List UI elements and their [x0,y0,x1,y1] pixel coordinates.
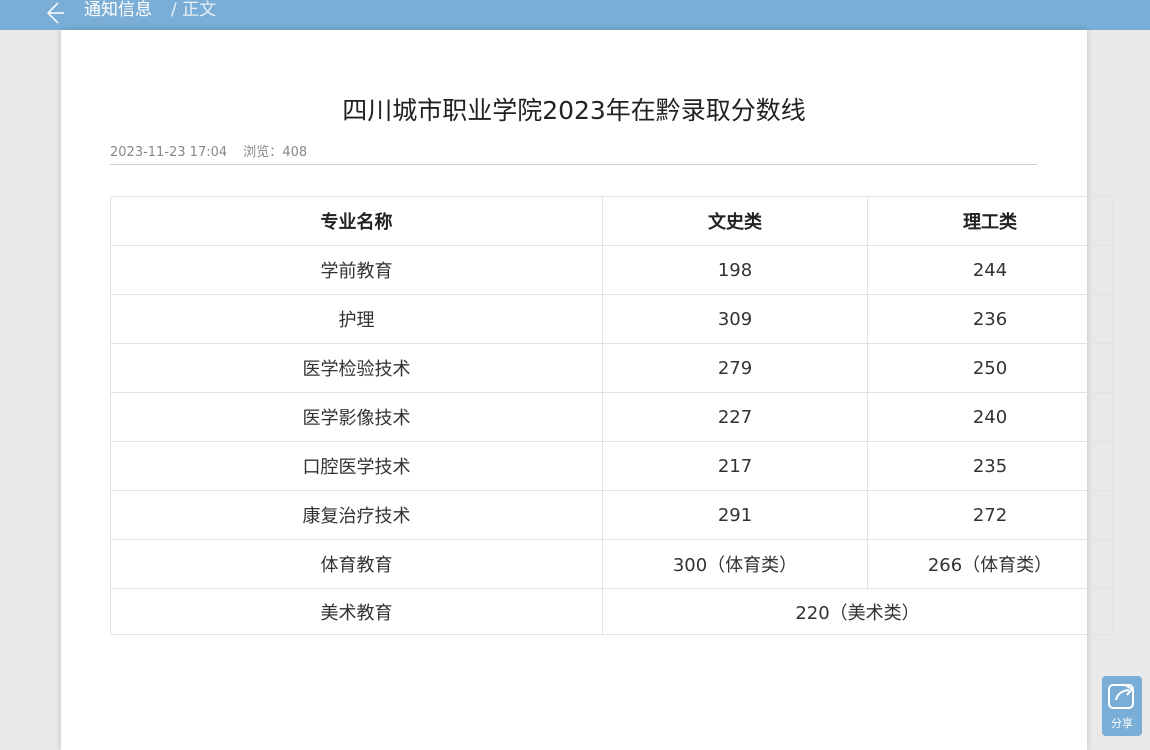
science-score: 235 [867,441,1113,491]
science-score: 244 [867,245,1113,295]
top-bar: 通知信息 / 正文 [0,0,1150,30]
liberal-arts-score: 291 [602,490,868,540]
breadcrumb-current-page: / 正文 [171,0,217,20]
header-science: 理工类 [867,196,1113,246]
science-score: 272 [867,490,1113,540]
table-row: 医学影像技术 227 240 [110,392,1113,442]
share-label: 分享 [1111,717,1133,730]
science-score: 236 [867,294,1113,344]
header-major: 专业名称 [110,196,603,246]
science-score: 250 [867,343,1113,393]
liberal-arts-score: 217 [602,441,868,491]
table-row: 护理 309 236 [110,294,1113,344]
publish-date: 2023-11-23 17:04 [110,145,228,160]
share-icon [1106,679,1138,711]
fine-arts-score: 220（美术类） [602,588,1113,635]
major-cell: 口腔医学技术 [110,441,603,491]
header-liberal-arts: 文史类 [602,196,868,246]
page-title: 四川城市职业学院2023年在黔录取分数线 [342,96,806,125]
science-score: 240 [867,392,1113,442]
major-cell: 体育教育 [110,539,603,589]
breadcrumb-notice[interactable]: 通知信息 [84,0,152,20]
table-row: 康复治疗技术 291 272 [110,490,1113,540]
liberal-arts-score: 279 [602,343,868,393]
score-table: 专业名称 文史类 理工类 学前教育 198 244 护理 309 236 医学检… [110,196,1113,635]
major-cell: 学前教育 [110,245,603,295]
back-arrow-icon[interactable] [42,0,68,26]
liberal-arts-score: 300（体育类） [602,539,868,589]
science-score: 266（体育类） [867,539,1113,589]
table-row: 医学检验技术 279 250 [110,343,1113,393]
table-row-merged: 美术教育 220（美术类） [110,588,1113,635]
table-row: 口腔医学技术 217 235 [110,441,1113,491]
liberal-arts-score: 309 [602,294,868,344]
major-cell: 康复治疗技术 [110,490,603,540]
major-cell: 医学检验技术 [110,343,603,393]
table-row: 学前教育 198 244 [110,245,1113,295]
article-meta: 2023-11-23 17:04 浏览：408 [110,145,307,161]
liberal-arts-score: 198 [602,245,868,295]
table-row: 体育教育 300（体育类） 266（体育类） [110,539,1113,589]
views-label: 浏览： [243,145,283,160]
major-cell: 美术教育 [110,588,603,635]
major-cell: 医学影像技术 [110,392,603,442]
major-cell: 护理 [110,294,603,344]
table-header-row: 专业名称 文史类 理工类 [110,196,1113,246]
divider [110,164,1037,165]
share-button[interactable]: 分享 [1102,676,1142,736]
liberal-arts-score: 227 [602,392,868,442]
views-count: 408 [282,145,308,160]
